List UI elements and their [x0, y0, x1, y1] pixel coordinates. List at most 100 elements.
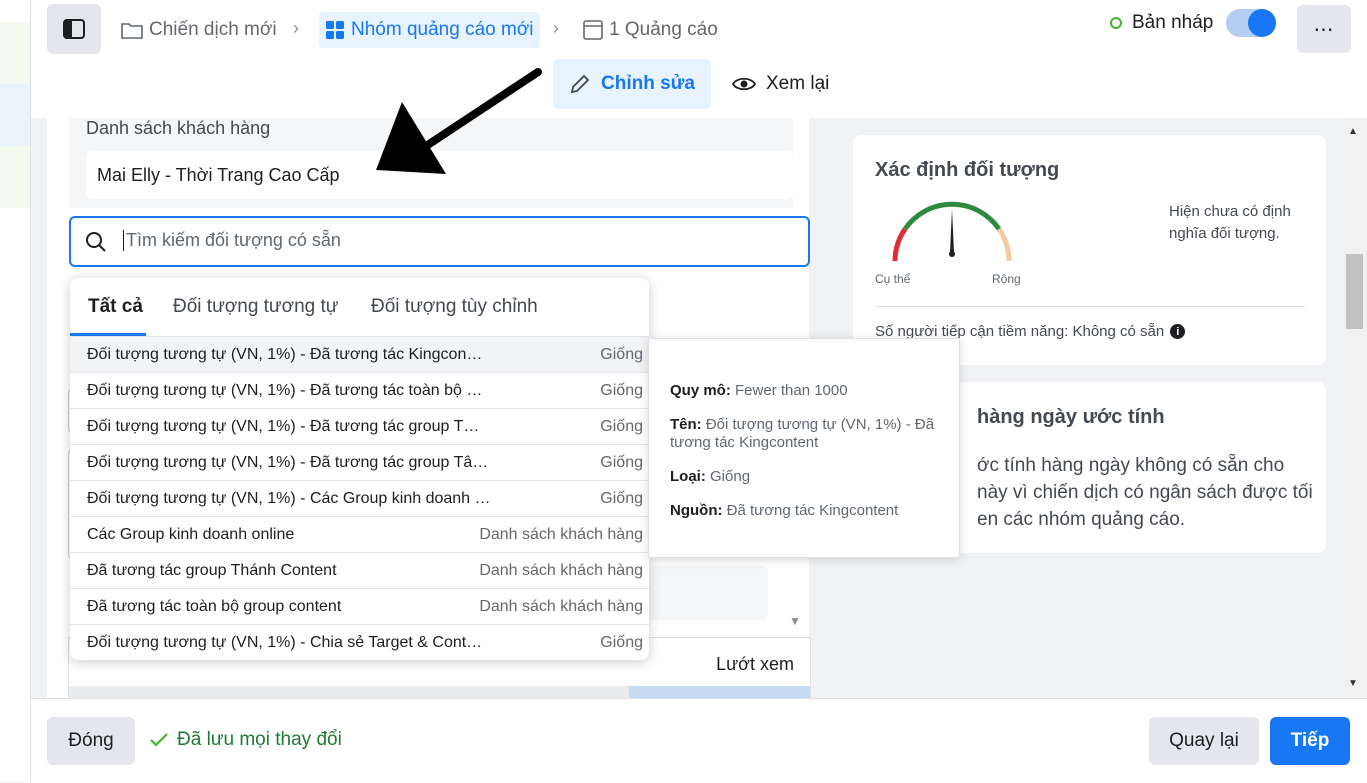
more-icon: ⋯	[1313, 18, 1335, 41]
audience-item-type: Danh sách khách hàng	[479, 598, 643, 615]
ad-frame-icon	[583, 20, 603, 40]
annotation-arrow-icon	[376, 68, 542, 174]
tab-all[interactable]: Tất cả	[88, 296, 143, 318]
save-status: Đã lưu mọi thay đổi	[149, 729, 342, 751]
daily-text-line: này vì chiến dịch có ngân sách được tối	[977, 482, 1313, 503]
daily-results-title: hàng ngày ước tính	[977, 406, 1165, 428]
audience-list-item[interactable]: Các Group kinh doanh online Danh sách khá…	[70, 516, 649, 553]
tooltip-type-value: Giống	[710, 468, 751, 485]
search-icon	[86, 232, 106, 252]
audience-item-type: Giống	[600, 418, 643, 435]
scroll-up-arrow-icon[interactable]: ▲	[1348, 126, 1358, 137]
breadcrumb-campaign-label: Chiến dịch mới	[149, 19, 277, 40]
audience-item-type: Giống	[600, 454, 643, 471]
daily-text-line: en các nhóm quảng cáo.	[977, 509, 1186, 530]
edit-mode-label: Chỉnh sửa	[601, 73, 695, 94]
next-button[interactable]: Tiếp	[1270, 717, 1350, 765]
strip-band	[0, 146, 30, 208]
page-scrollbar[interactable]: ▲ ▼	[1342, 118, 1367, 698]
footer-bar: Đóng Đã lưu mọi thay đổi Quay lại Tiếp	[31, 698, 1367, 783]
tooltip-scale-label: Quy mô:	[670, 382, 731, 399]
scroll-down-caret-icon[interactable]: ▼	[789, 614, 801, 628]
back-button[interactable]: Quay lại	[1149, 717, 1259, 765]
close-button-label: Đóng	[68, 730, 114, 751]
audience-list-item[interactable]: Đã tương tác toàn bộ group content Danh s…	[70, 588, 649, 625]
pencil-icon	[570, 74, 590, 94]
audience-list-item[interactable]: Đối tượng tương tự (VN, 1%) - Chia sẻ Ta…	[70, 624, 649, 660]
daily-results-text: ớc tính hàng ngày không có sẵn cho này v…	[977, 452, 1313, 533]
audience-item-type: Giống	[600, 382, 643, 399]
left-strip	[0, 0, 31, 782]
tooltip-scale-value: Fewer than 1000	[735, 382, 848, 399]
audience-item-name: Đối tượng tương tự (VN, 1%) - Đã tương t…	[87, 346, 483, 363]
next-button-label: Tiếp	[1290, 730, 1330, 751]
audience-item-type: Giống	[600, 634, 643, 651]
breadcrumb-adset[interactable]: Nhóm quảng cáo mới	[319, 12, 540, 48]
audience-list-item[interactable]: Đối tượng tương tự (VN, 1%) - Đã tương t…	[70, 372, 649, 409]
strip-band	[0, 22, 30, 84]
breadcrumb-ad[interactable]: 1 Quảng cáo	[583, 12, 718, 48]
daily-text-line: ớc tính hàng ngày không có sẵn cho	[977, 455, 1285, 476]
chevron-right-icon: ›	[293, 18, 299, 38]
review-mode-label: Xem lại	[766, 73, 830, 94]
audience-item-type: Danh sách khách hàng	[479, 562, 643, 579]
draft-toggle[interactable]	[1226, 9, 1276, 37]
toggle-knob	[1248, 9, 1276, 37]
audience-tooltip: Quy mô: Fewer than 1000 Tên: Đối tượng t…	[648, 338, 960, 558]
hidden-field	[648, 566, 768, 620]
tooltip-scale: Quy mô: Fewer than 1000	[670, 382, 940, 400]
audience-item-name: Đối tượng tương tự (VN, 1%) - Chia sẻ Ta…	[87, 634, 483, 651]
audience-item-name: Đã tương tác group Thánh Content	[87, 562, 337, 579]
tooltip-name-label: Tên:	[670, 416, 702, 433]
tooltip-name: Tên: Đối tượng tương tự (VN, 1%) - Đã tư…	[670, 416, 940, 452]
check-icon	[150, 733, 168, 747]
info-icon[interactable]: i	[1170, 324, 1186, 339]
audience-list-item[interactable]: Đã tương tác group Thánh Content Danh sác…	[70, 552, 649, 589]
status-label: Bản nháp	[1132, 12, 1214, 33]
back-button-label: Quay lại	[1169, 730, 1239, 751]
audience-undefined-text: Hiện chưa có định nghĩa đối tượng.	[1169, 203, 1291, 242]
audience-dropdown: Tất cả Đối tượng tương tự Đối tượng tùy …	[70, 278, 649, 660]
tab-custom[interactable]: Đối tượng tùy chỉnh	[371, 296, 538, 318]
folder-icon	[121, 23, 143, 39]
tooltip-source-value: Đã tương tác Kingcontent	[726, 502, 899, 519]
dropdown-tabs: Tất cả Đối tượng tương tự Đối tượng tùy …	[70, 278, 649, 336]
edit-mode-button[interactable]: Chỉnh sửa	[553, 59, 711, 109]
gauge-specific-label: Cụ thể	[875, 272, 911, 286]
audience-definition-title: Xác định đối tượng	[875, 159, 1060, 181]
search-placeholder: Tìm kiếm đối tượng có sẵn	[123, 230, 341, 251]
audience-list-item[interactable]: Đối tượng tương tự (VN, 1%) - Đã tương t…	[70, 444, 649, 481]
audience-item-name: Đối tượng tương tự (VN, 1%) - Đã tương t…	[87, 418, 480, 435]
gauge-broad-label: Rộng	[992, 272, 1021, 286]
audience-item-type: Giống	[600, 490, 643, 507]
tab-lookalike[interactable]: Đối tượng tương tự	[173, 296, 339, 318]
toggle-sidebar-button[interactable]	[47, 4, 101, 54]
review-mode-button[interactable]: Xem lại	[716, 59, 845, 109]
scrollbar-thumb[interactable]	[1346, 254, 1363, 329]
chevron-right-icon: ›	[553, 18, 559, 38]
eye-icon	[732, 77, 756, 91]
audience-item-name: Đối tượng tương tự (VN, 1%) - Đã tương t…	[87, 382, 483, 399]
breadcrumb-campaign[interactable]: Chiến dịch mới	[121, 12, 277, 48]
scroll-down-arrow-icon[interactable]: ▼	[1348, 678, 1358, 689]
audience-list-item[interactable]: Đối tượng tương tự (VN, 1%) - Đã tương t…	[70, 408, 649, 445]
close-button[interactable]: Đóng	[47, 717, 135, 765]
strip-band	[0, 84, 30, 146]
audience-item-type: Giống	[600, 346, 643, 363]
audience-list-item[interactable]: Đối tượng tương tự (VN, 1%) - Các Group …	[70, 480, 649, 517]
status-badge: Bản nháp	[1110, 12, 1213, 34]
audience-search-input[interactable]: Tìm kiếm đối tượng có sẵn	[69, 216, 810, 267]
breadcrumb-adset-label: Nhóm quảng cáo mới	[351, 19, 534, 40]
more-options-button[interactable]: ⋯	[1297, 5, 1351, 53]
grid-icon	[326, 21, 344, 39]
tooltip-source-label: Nguồn:	[670, 502, 723, 519]
audience-item-name: Các Group kinh doanh online	[87, 526, 295, 543]
status-dot-icon	[1110, 17, 1122, 29]
top-bar: Chiến dịch mới › Nhóm quảng cáo mới › 1 …	[31, 0, 1367, 118]
breadcrumb-ad-label: 1 Quảng cáo	[609, 19, 718, 40]
customer-list-value: Mai Elly - Thời Trang Cao Cấp	[97, 165, 340, 185]
audience-definition-card: Xác định đối tượng Cụ thể Rộng Hiện chưa…	[853, 135, 1326, 365]
map-browse-button[interactable]: Lướt xem	[716, 654, 794, 675]
audience-list-item[interactable]: Đối tượng tương tự (VN, 1%) - Đã tương t…	[70, 336, 649, 373]
tooltip-type-label: Loại:	[670, 468, 706, 485]
